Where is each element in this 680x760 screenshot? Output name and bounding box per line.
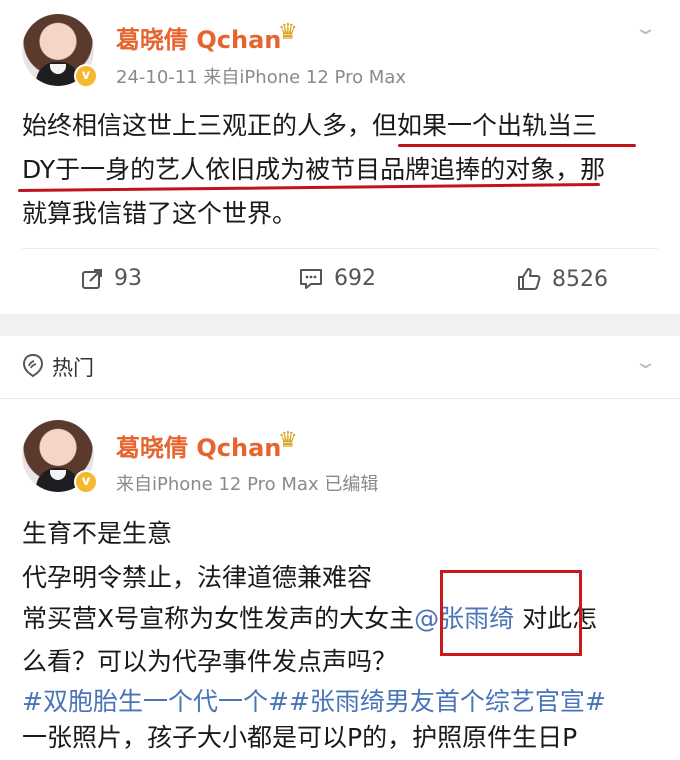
chevron-down-icon[interactable]: ⌄ (633, 18, 657, 39)
like-count: 8526 (552, 266, 608, 292)
username[interactable]: 葛晓倩 Qchan (116, 20, 281, 55)
red-box-annotation (440, 570, 582, 656)
chevron-down-icon[interactable]: ⌄ (633, 352, 657, 373)
thumbs-up-icon (518, 268, 541, 290)
section-label-hot: 热门 (52, 356, 94, 380)
hot-icon (22, 353, 44, 377)
comment-count: 692 (334, 266, 376, 291)
repost-icon (82, 268, 102, 289)
post-text-line-4: 么看？可以为代孕事件发点声吗？ (22, 647, 398, 676)
divider (0, 398, 680, 399)
section-gap (0, 314, 680, 336)
post-text-line-1: 始终相信这世上三观正的人多，但如果一个出轨当三 (22, 111, 598, 140)
post-text-line-1: 生育不是生意 (22, 519, 173, 548)
post-meta: 24-10-11 来自iPhone 12 Pro Max (116, 67, 407, 88)
repost-button[interactable]: 93 (80, 266, 142, 291)
crown-icon: ♛ (278, 20, 298, 45)
repost-count: 93 (114, 266, 142, 291)
comment-button[interactable]: 692 (298, 266, 376, 291)
username[interactable]: 葛晓倩 Qchan (116, 428, 281, 463)
crown-icon: ♛ (278, 428, 298, 453)
red-underline-annotation (398, 144, 636, 147)
divider (22, 248, 658, 249)
like-button[interactable]: 8526 (516, 266, 608, 292)
post-text-line-6: 一张照片，孩子大小都是可以P的，护照原件生日P (22, 723, 578, 752)
verified-badge-icon: v (74, 470, 98, 494)
verified-badge-icon: v (74, 64, 98, 88)
post-meta: 来自iPhone 12 Pro Max 已编辑 (116, 474, 379, 495)
comment-icon (300, 268, 322, 289)
post-text-line-2: 代孕明令禁止，法律道德兼难容 (22, 563, 373, 592)
post-text: 常买营X号宣称为女性发声的大女主 (22, 604, 415, 633)
post-text-line-3: 就算我信错了这个世界。 (22, 199, 298, 228)
